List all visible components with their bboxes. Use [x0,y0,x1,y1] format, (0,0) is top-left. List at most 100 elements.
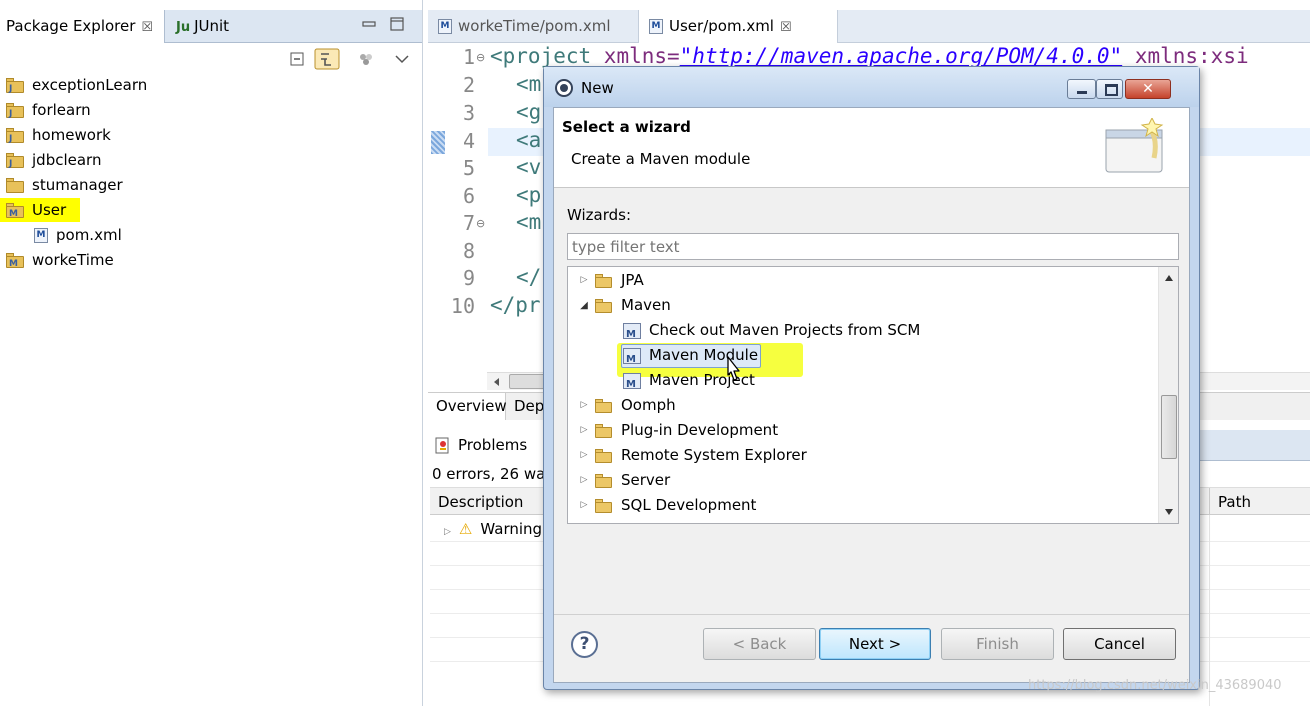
scroll-up-icon[interactable] [1163,273,1175,283]
wizards-label: Wizards: [567,206,632,224]
view-menu-icon[interactable] [392,49,412,69]
wizard-description: Create a Maven module [571,150,751,168]
project-user[interactable]: M User [0,198,81,222]
tree-item-label: Remote System Explorer [621,446,807,464]
dialog-minimize-button[interactable] [1067,79,1096,99]
tree-item-oomph[interactable]: ▷ Oomph [577,393,676,418]
file-pom-xml[interactable]: M pom.xml [34,223,122,247]
collapse-icon[interactable]: ◢ [577,293,591,318]
expand-icon[interactable]: ▷ [444,527,451,537]
maven-scm-icon [623,322,641,347]
scroll-down-icon[interactable] [1163,507,1175,517]
focus-icon[interactable] [356,49,376,69]
filter-input[interactable] [567,233,1179,260]
project-forlearn[interactable]: J forlearn [6,98,91,122]
project-stumanager[interactable]: stumanager [6,173,123,197]
code-line-1: <project xmlns="http://maven.apache.org/… [490,44,1249,68]
expand-icon[interactable]: ▷ [577,268,591,293]
code-line-2: <m [516,72,542,96]
expand-icon[interactable]: ▷ [577,418,591,443]
close-icon[interactable]: ☒ [780,20,792,35]
dialog-content: Select a wizard Create a Maven module Wi… [553,107,1190,683]
code-line-6: <p [516,183,542,207]
expand-icon[interactable]: ▷ [577,393,591,418]
java-project-icon: J [6,77,26,94]
project-jdbclearn[interactable]: J jdbclearn [6,148,101,172]
code-line-10: </pr [490,293,541,317]
scroll-thumb[interactable] [1161,395,1177,459]
link-with-editor-icon[interactable] [314,48,340,70]
project-homework[interactable]: J homework [6,123,111,147]
tree-vertical-scrollbar[interactable] [1158,267,1178,523]
back-button[interactable]: < Back [703,628,816,660]
tree-item-label: JPA [621,271,644,289]
project-worketime[interactable]: M workeTime [6,248,114,272]
wizard-tree[interactable]: ▷ JPA ◢ Maven Check out Maven Projects f… [567,266,1179,524]
project-label: homework [32,126,111,144]
tab-package-explorer[interactable]: Package Explorer ☒ [0,10,165,43]
expand-icon[interactable]: ▷ [577,468,591,493]
tree-item-jpa[interactable]: ▷ JPA [577,268,644,293]
folder-open-icon [595,298,613,313]
project-folder-icon [6,177,26,193]
project-exceptionlearn[interactable]: J exceptionLearn [6,73,147,97]
tab-overview[interactable]: Overview [428,393,507,420]
code-line-4: <a [516,128,542,152]
project-label: exceptionLearn [32,76,148,94]
dialog-title: New [581,79,614,97]
line-number: 3 [462,101,475,125]
tab-label: User/pom.xml [669,17,774,35]
tab-junit[interactable]: Ju JUnit [170,10,290,43]
tree-item-label: Check out Maven Projects from SCM [649,321,921,339]
junit-icon: Ju [176,20,191,35]
maven-module-icon [623,347,641,372]
column-path[interactable]: Path [1209,488,1309,516]
code-line-3: <g [516,100,542,124]
row-label: Warning [480,520,543,538]
minimize-icon[interactable] [362,17,376,31]
tree-item-sql-development[interactable]: ▷ SQL Development [577,493,757,518]
tab-worketime-pom[interactable]: MworkeTime/pom.xml [428,10,633,43]
tree-item-checkout-maven-scm[interactable]: Check out Maven Projects from SCM [623,318,921,347]
maven-file-icon: M [649,19,663,34]
collapse-all-icon[interactable] [288,49,308,69]
code-line-9: </ [516,265,542,289]
fold-icon[interactable]: ⊖ [476,51,486,64]
table-row[interactable]: ▷ ⚠ Warning [432,517,542,541]
line-number: 8 [462,239,475,263]
line-number: 4 [462,129,475,153]
dialog-titlebar[interactable]: New ✕ [544,67,1199,107]
dialog-maximize-button[interactable] [1096,79,1123,99]
expand-icon[interactable]: ▷ [577,493,591,518]
button-bar-separator [554,614,1189,615]
folder-icon [595,398,613,413]
next-button[interactable]: Next > [819,628,931,660]
scroll-left-icon[interactable] [491,376,503,388]
dialog-close-button[interactable]: ✕ [1125,79,1171,99]
finish-button[interactable]: Finish [941,628,1054,660]
folder-icon [595,423,613,438]
maximize-icon[interactable] [390,17,404,31]
file-label: pom.xml [56,226,122,244]
tree-item-server[interactable]: ▷ Server [577,468,671,493]
folder-icon [595,498,613,513]
mouse-cursor-icon [727,356,740,381]
project-label: User [32,201,67,219]
help-button[interactable]: ? [571,631,598,658]
tree-item-maven[interactable]: ◢ Maven [577,293,671,318]
project-label: forlearn [32,101,91,119]
tree-item-label: SQL Development [621,496,757,514]
java-project-icon: J [6,102,26,119]
tab-user-pom[interactable]: M User/pom.xml ☒ [638,10,838,43]
tree-item-remote-system-explorer[interactable]: ▷ Remote System Explorer [577,443,807,468]
tree-item-plugin-development[interactable]: ▷ Plug-in Development [577,418,779,443]
tab-problems[interactable]: Problems [428,430,548,461]
maven-file-icon: M [34,227,48,243]
fold-icon[interactable]: ⊖ [476,217,486,230]
package-explorer-toolbar [286,47,416,71]
tab-label: workeTime/pom.xml [458,17,611,35]
expand-icon[interactable]: ▷ [577,443,591,468]
cancel-button[interactable]: Cancel [1063,628,1176,660]
close-icon[interactable]: ☒ [141,20,153,35]
tree-item-label: Server [621,471,671,489]
